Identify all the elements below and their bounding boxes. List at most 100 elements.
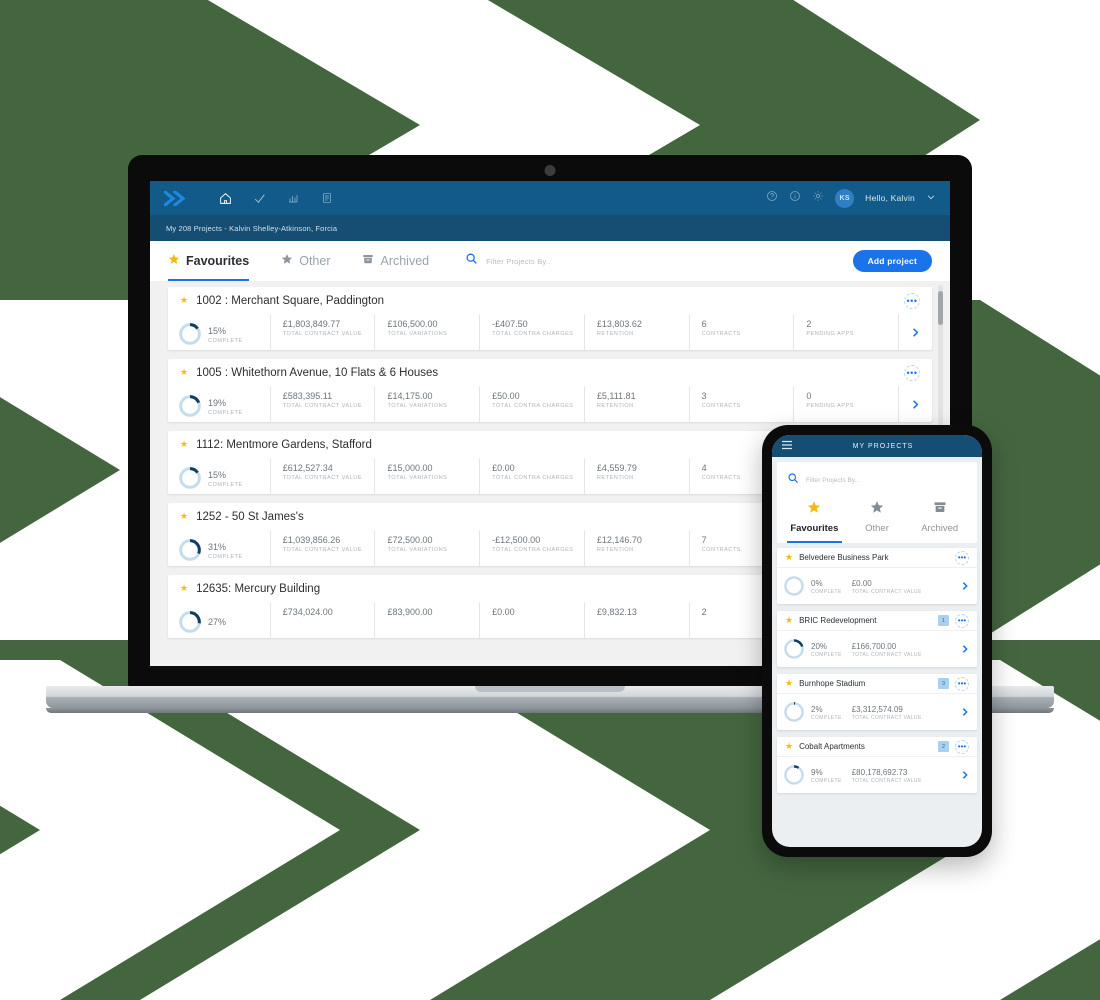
chevron-right-icon xyxy=(913,399,919,409)
phone-tab-archived[interactable]: Archived xyxy=(908,496,971,543)
chevron-down-icon[interactable] xyxy=(926,189,936,207)
phone-screen: MY PROJECTS Filter Projects By.. Favouri… xyxy=(772,435,982,847)
tab-archived-label: Archived xyxy=(380,254,430,268)
variations-label: TOTAL VARIATIONS xyxy=(387,331,448,337)
star-filled-icon[interactable]: ★ xyxy=(785,615,793,626)
search-icon xyxy=(787,471,799,489)
row-menu-icon[interactable]: ••• xyxy=(955,676,969,691)
phone-tabs: Favourites Other Archived xyxy=(777,496,977,543)
row-open-chevron[interactable] xyxy=(898,314,932,350)
home-icon[interactable] xyxy=(208,181,242,215)
metric-retention: £9,832.13 xyxy=(583,602,689,638)
phone-app-header: MY PROJECTS xyxy=(772,435,982,457)
contract-value: £1,039,856.26 xyxy=(282,535,341,545)
project-title: 1252 - 50 St James's xyxy=(196,510,304,523)
tab-archived[interactable]: Archived xyxy=(360,241,443,281)
row-open-chevron[interactable] xyxy=(953,644,977,654)
tab-toolbar: Favourites Other Archived Filter Project… xyxy=(150,241,950,281)
search-box[interactable]: Filter Projects By.. xyxy=(465,252,550,270)
chevron-right-icon xyxy=(962,645,968,653)
star-filled-icon[interactable]: ★ xyxy=(180,583,188,594)
star-filled-icon[interactable]: ★ xyxy=(180,295,188,306)
phone-tab-favourites-label: Favourites xyxy=(790,523,839,534)
star-filled-icon xyxy=(783,500,846,514)
tab-favourites[interactable]: Favourites xyxy=(168,241,263,281)
contra-value: £0.00 xyxy=(492,607,515,617)
row-menu-icon[interactable]: ••• xyxy=(955,613,969,628)
top-nav-right-cluster: KS Hello, Kalvin xyxy=(766,188,936,208)
metric-contract-value: £1,039,856.26 TOTAL CONTRACT VALUE xyxy=(269,530,375,566)
retention-value: £12,146.70 xyxy=(596,535,642,545)
avatar[interactable]: KS xyxy=(835,188,855,208)
row-menu-icon[interactable]: ••• xyxy=(904,292,920,309)
project-title: Belvedere Business Park xyxy=(799,553,889,562)
project-title: 1002 : Merchant Square, Paddington xyxy=(196,294,385,307)
row-open-chevron[interactable] xyxy=(953,581,977,591)
double-chevron-logo[interactable] xyxy=(164,190,190,206)
search-input[interactable]: Filter Projects By.. xyxy=(486,257,550,266)
report-icon[interactable] xyxy=(310,181,344,215)
phone-tab-other[interactable]: Other xyxy=(846,496,909,543)
progress-ring xyxy=(784,639,804,659)
percent-value: 19% xyxy=(208,397,227,408)
tab-other[interactable]: Other xyxy=(279,241,344,281)
gear-icon[interactable] xyxy=(812,189,824,207)
hamburger-menu-icon[interactable] xyxy=(781,437,793,455)
metric-contra-charges: -£407.50 TOTAL CONTRA CHARGES xyxy=(479,314,584,350)
progress-ring xyxy=(784,765,804,785)
metric-complete: 0% COMPLETE xyxy=(811,578,852,595)
star-filled-icon[interactable]: ★ xyxy=(785,678,793,689)
contract-value: £583,395.11 xyxy=(282,391,333,401)
metric-contract-value: £612,527.34 TOTAL CONTRACT VALUE xyxy=(269,458,375,494)
table-row[interactable]: ★ 1002 : Merchant Square, Paddington •••… xyxy=(168,287,932,350)
contract-value: £734,024.00 xyxy=(282,607,333,617)
row-open-chevron[interactable] xyxy=(953,770,977,780)
list-item[interactable]: ★ Belvedere Business Park ••• 0% COMPLET… xyxy=(777,548,977,604)
project-title: Burnhope Stadium xyxy=(799,679,866,688)
retention-value: £9,832.13 xyxy=(596,607,637,617)
info-icon[interactable] xyxy=(789,189,801,207)
check-icon[interactable] xyxy=(242,181,276,215)
contract-value: £1,803,849.77 xyxy=(282,319,341,329)
row-menu-icon[interactable]: ••• xyxy=(955,550,969,565)
help-icon[interactable] xyxy=(766,189,778,207)
percent-label: COMPLETE xyxy=(811,651,842,658)
star-filled-icon[interactable]: ★ xyxy=(180,367,188,378)
variations-label: TOTAL VARIATIONS xyxy=(387,475,448,481)
list-item[interactable]: ★ Cobalt Apartments 2 ••• 9% COMPLETE £8… xyxy=(777,737,977,793)
retention-label: RETENTION xyxy=(596,475,634,481)
contra-label: TOTAL CONTRA CHARGES xyxy=(492,331,574,337)
star-filled-icon[interactable]: ★ xyxy=(180,511,188,522)
chart-icon[interactable] xyxy=(276,181,310,215)
retention-label: RETENTION xyxy=(596,331,634,337)
list-item[interactable]: ★ BRIC Redevelopment 1 ••• 20% COMPLETE … xyxy=(777,611,977,667)
percent-value: 0% xyxy=(811,578,823,588)
row-menu-icon[interactable]: ••• xyxy=(955,739,969,754)
star-filled-icon[interactable]: ★ xyxy=(785,741,793,752)
phone-search-input[interactable]: Filter Projects By.. xyxy=(806,477,858,484)
percent-label: COMPLETE xyxy=(811,588,842,595)
status-badge: 1 xyxy=(938,615,949,626)
metric-variations: £14,175.00 TOTAL VARIATIONS xyxy=(374,386,479,422)
contracts-value: 3 xyxy=(701,391,707,401)
add-project-button[interactable]: Add project xyxy=(852,250,932,272)
contracts-label: CONTRACTS xyxy=(701,403,741,409)
greeting-label: Hello, Kalvin xyxy=(865,193,915,203)
row-open-chevron[interactable] xyxy=(953,707,977,717)
row-menu-icon[interactable]: ••• xyxy=(904,364,920,381)
tab-other-label: Other xyxy=(299,254,331,268)
phone-search-box[interactable]: Filter Projects By.. xyxy=(777,462,977,496)
row-open-chevron[interactable] xyxy=(898,386,932,422)
contract-value: £3,312,574.09 xyxy=(851,704,903,714)
phone-tab-other-label: Other xyxy=(865,523,889,534)
scrollbar-thumb[interactable] xyxy=(938,291,943,325)
star-filled-icon[interactable]: ★ xyxy=(785,552,793,563)
progress-ring xyxy=(179,467,201,489)
percent-label: COMPLETE xyxy=(208,553,243,560)
metric-contra-charges: £0.00 xyxy=(479,602,584,638)
list-item[interactable]: ★ Burnhope Stadium 3 ••• 2% COMPLETE £3,… xyxy=(777,674,977,730)
star-filled-icon[interactable]: ★ xyxy=(180,439,188,450)
phone-tab-favourites[interactable]: Favourites xyxy=(783,496,846,543)
metric-complete: 27% xyxy=(168,602,270,638)
table-row[interactable]: ★ 1005 : Whitethorn Avenue, 10 Flats & 6… xyxy=(168,359,932,422)
